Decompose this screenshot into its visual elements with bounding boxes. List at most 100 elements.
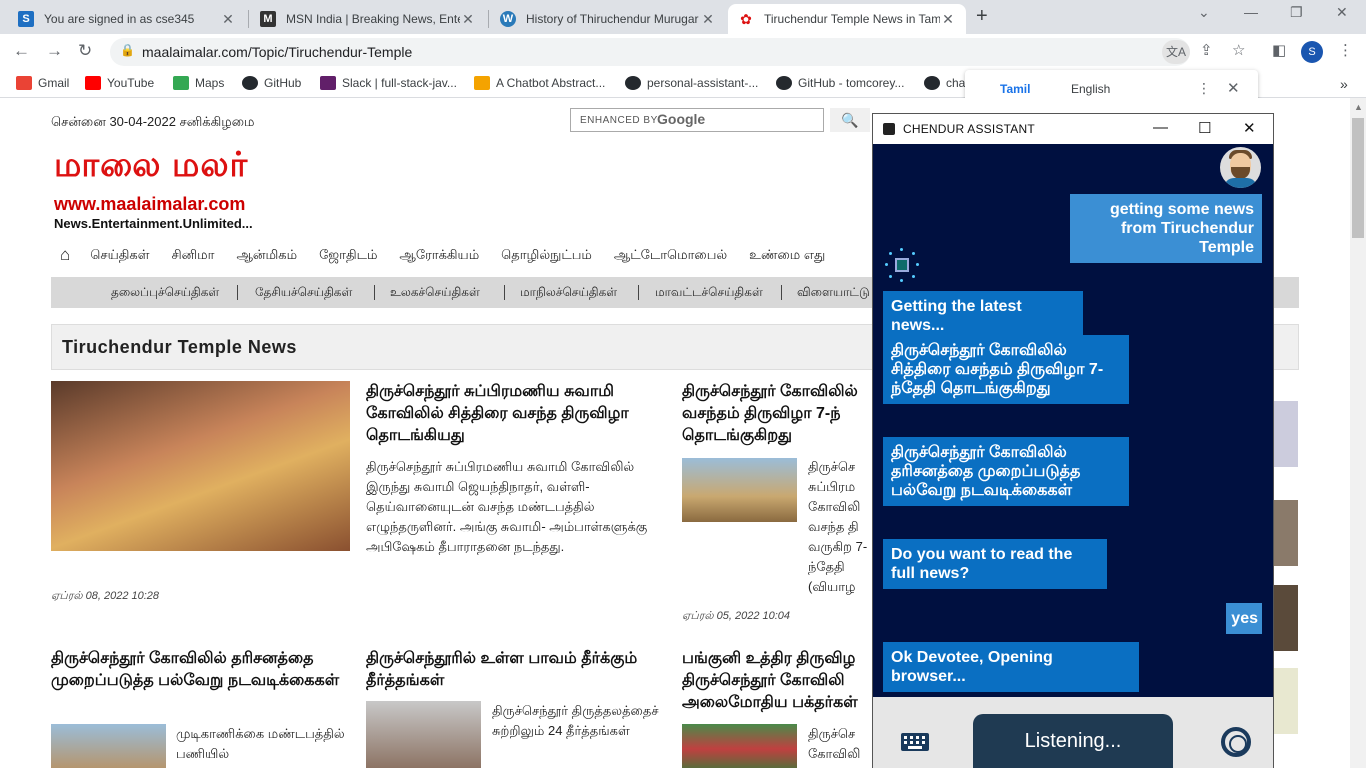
bookmark-cha[interactable]: cha: [924, 76, 965, 90]
bot-message: திருச்செந்தூர் கோவிலில் சித்திரை வசந்தம்…: [883, 335, 1129, 404]
minimize-icon[interactable]: —: [1153, 119, 1168, 136]
article-title[interactable]: திருச்செந்தூர் சுப்பிரமணிய சுவாமி கோவிலி…: [366, 381, 666, 447]
browser-tab[interactable]: S You are signed in as cse345 ✕: [8, 4, 246, 34]
article-summary: திருச்செந்தூர் திருத்தலத்தைச் சுற்றிலும்…: [492, 703, 659, 738]
slack-icon: [320, 76, 336, 90]
article-title[interactable]: திருச்செந்தூர் கோவிலில் வசந்தம் திருவிழா…: [682, 381, 872, 447]
article-title[interactable]: பங்குனி உத்திர திருவிழ திருச்செந்தூர் கோ…: [682, 648, 872, 714]
forward-icon[interactable]: →: [46, 41, 63, 61]
translate-icon[interactable]: 文A: [1162, 40, 1190, 64]
listening-button[interactable]: Listening...: [973, 714, 1173, 768]
tab-title: You are signed in as cse345: [44, 12, 195, 26]
side-ad[interactable]: [1270, 585, 1298, 651]
nav-item[interactable]: சினிமா: [171, 247, 214, 264]
article-summary: திருச்செந்தூர் சுப்பிரமணிய சுவாமி கோவிலி…: [366, 459, 648, 554]
home-icon[interactable]: ⌂: [60, 245, 70, 265]
nav-item[interactable]: உண்மை எது: [749, 247, 825, 264]
bookmark-chatbot[interactable]: A Chatbot Abstract...: [474, 76, 605, 90]
side-ad[interactable]: [1270, 500, 1298, 566]
nav-item[interactable]: ஆரோக்கியம்: [399, 247, 479, 264]
bookmark-slack[interactable]: Slack | full-stack-jav...: [320, 76, 457, 90]
minimize-icon[interactable]: —: [1244, 4, 1258, 20]
subnav-item[interactable]: உலகச்செய்திகள்: [390, 285, 480, 301]
close-icon[interactable]: ✕: [700, 11, 716, 28]
browser-tab-active[interactable]: ✿ Tiruchendur Temple News in Tam ✕: [728, 4, 966, 34]
bookmark-github[interactable]: GitHub: [242, 76, 301, 90]
search-input[interactable]: ENHANCED BY Google: [570, 108, 824, 132]
assistant-titlebar: CHENDUR ASSISTANT — ☐ ✕: [873, 114, 1273, 144]
nav-item[interactable]: செய்திகள்: [90, 247, 149, 264]
tab-favicon: S: [18, 11, 34, 27]
search-label: ENHANCED BY: [580, 115, 658, 126]
side-ad[interactable]: [1270, 401, 1298, 467]
article-summary: திருச்செ சுப்பிரம கோவிலி வசந்த தி வருகிற…: [808, 459, 868, 594]
close-window-icon[interactable]: ✕: [1336, 4, 1348, 21]
chatbot-icon: [474, 76, 490, 90]
article-image[interactable]: [366, 701, 481, 768]
site-logo[interactable]: மாலை மலர்: [54, 146, 248, 189]
address-bar[interactable]: 🔒 maalaimalar.com/Topic/Tiruchendur-Temp…: [110, 38, 1190, 66]
close-icon[interactable]: ✕: [1227, 79, 1240, 97]
new-tab-button[interactable]: +: [976, 5, 988, 28]
date-line: சென்னை 30-04-2022 சனிக்கிழமை: [51, 114, 255, 129]
restore-icon[interactable]: ❐: [1290, 4, 1303, 21]
subnav-item[interactable]: தேசியச்செய்திகள்: [255, 285, 352, 301]
bookmark-maps[interactable]: Maps: [173, 76, 224, 90]
star-icon[interactable]: ☆: [1232, 41, 1245, 59]
article-image[interactable]: [51, 724, 166, 768]
avatar[interactable]: S: [1301, 41, 1323, 63]
subnav-item[interactable]: மாநிலச்செய்திகள்: [520, 285, 617, 301]
bookmark-youtube[interactable]: YouTube: [85, 76, 154, 90]
bookmark-github-tomcorey[interactable]: GitHub - tomcorey...: [776, 76, 904, 90]
user-avatar: [1220, 147, 1261, 188]
search-button[interactable]: 🔍: [830, 108, 870, 132]
article-summary: திருச்செ கோவிலி: [808, 726, 861, 761]
more-options-icon[interactable]: ⋮: [1197, 80, 1211, 97]
nav-item[interactable]: ஜோதிடம்: [319, 247, 377, 264]
page-scrollbar[interactable]: ▲: [1350, 98, 1366, 768]
article-title[interactable]: திருச்செந்தூரில் உள்ள பாவம் தீர்க்கும் த…: [366, 648, 666, 692]
nav-item[interactable]: தொழில்நுட்பம்: [501, 247, 592, 264]
article-image[interactable]: [51, 381, 350, 551]
scrollbar-thumb[interactable]: [1352, 118, 1364, 238]
bot-message: திருச்செந்தூர் கோவிலில் தரிசனத்தை முறைப்…: [883, 437, 1129, 506]
reload-icon[interactable]: ↻: [78, 41, 92, 61]
browser-tab[interactable]: W History of Thiruchendur Murugar ✕: [490, 4, 726, 34]
browser-tab[interactable]: M MSN India | Breaking News, Ente ✕: [250, 4, 486, 34]
bookmark-gmail[interactable]: Gmail: [16, 76, 69, 90]
close-icon[interactable]: ✕: [220, 11, 236, 28]
menu-icon[interactable]: ⋮: [1338, 41, 1353, 59]
back-icon[interactable]: ←: [13, 41, 30, 61]
gmail-icon: [16, 76, 32, 90]
url-text[interactable]: maalaimalar.com/Topic/Tiruchendur-Temple: [142, 44, 412, 60]
tab-favicon: ✿: [740, 10, 752, 27]
bookmark-personal-assistant[interactable]: personal-assistant-...: [625, 76, 758, 90]
bot-icon: [885, 248, 919, 282]
nav-item[interactable]: ஆட்டோமொபைல்: [614, 247, 727, 264]
subnav-item[interactable]: மாவட்டச்செய்திகள்: [655, 285, 763, 301]
youtube-icon: [85, 76, 101, 90]
more-bookmarks-icon[interactable]: »: [1340, 76, 1348, 92]
share-icon[interactable]: ⇪: [1200, 41, 1213, 59]
article-date: ஏப்ரல் 08, 2022 10:28: [51, 590, 160, 602]
tab-title: Tiruchendur Temple News in Tam: [764, 12, 940, 26]
tab-search-icon[interactable]: ⌄: [1198, 4, 1210, 21]
subnav-item[interactable]: விளையாட்டு: [797, 285, 870, 301]
maximize-icon[interactable]: ☐: [1198, 119, 1211, 137]
keyboard-icon[interactable]: [901, 733, 929, 751]
subnav-item[interactable]: தலைப்புச்செய்திகள்: [111, 285, 219, 301]
tab-english[interactable]: English: [1071, 82, 1110, 96]
article-title[interactable]: திருச்செந்தூர் கோவிலில் தரிசனத்தை முறைப்…: [51, 648, 351, 692]
scroll-up-icon[interactable]: ▲: [1354, 102, 1363, 112]
github-icon: [924, 76, 940, 90]
assistant-footer: Listening...: [873, 697, 1273, 768]
gear-icon[interactable]: [1221, 727, 1251, 757]
article-image[interactable]: [682, 724, 797, 768]
nav-item[interactable]: ஆன்மிகம்: [236, 247, 297, 264]
sidepanel-icon[interactable]: ◧: [1272, 41, 1286, 59]
tab-tamil[interactable]: Tamil: [1000, 82, 1030, 96]
close-icon[interactable]: ✕: [1243, 119, 1256, 137]
side-ad[interactable]: [1270, 668, 1298, 734]
close-icon[interactable]: ✕: [460, 11, 476, 28]
close-icon[interactable]: ✕: [940, 11, 956, 28]
